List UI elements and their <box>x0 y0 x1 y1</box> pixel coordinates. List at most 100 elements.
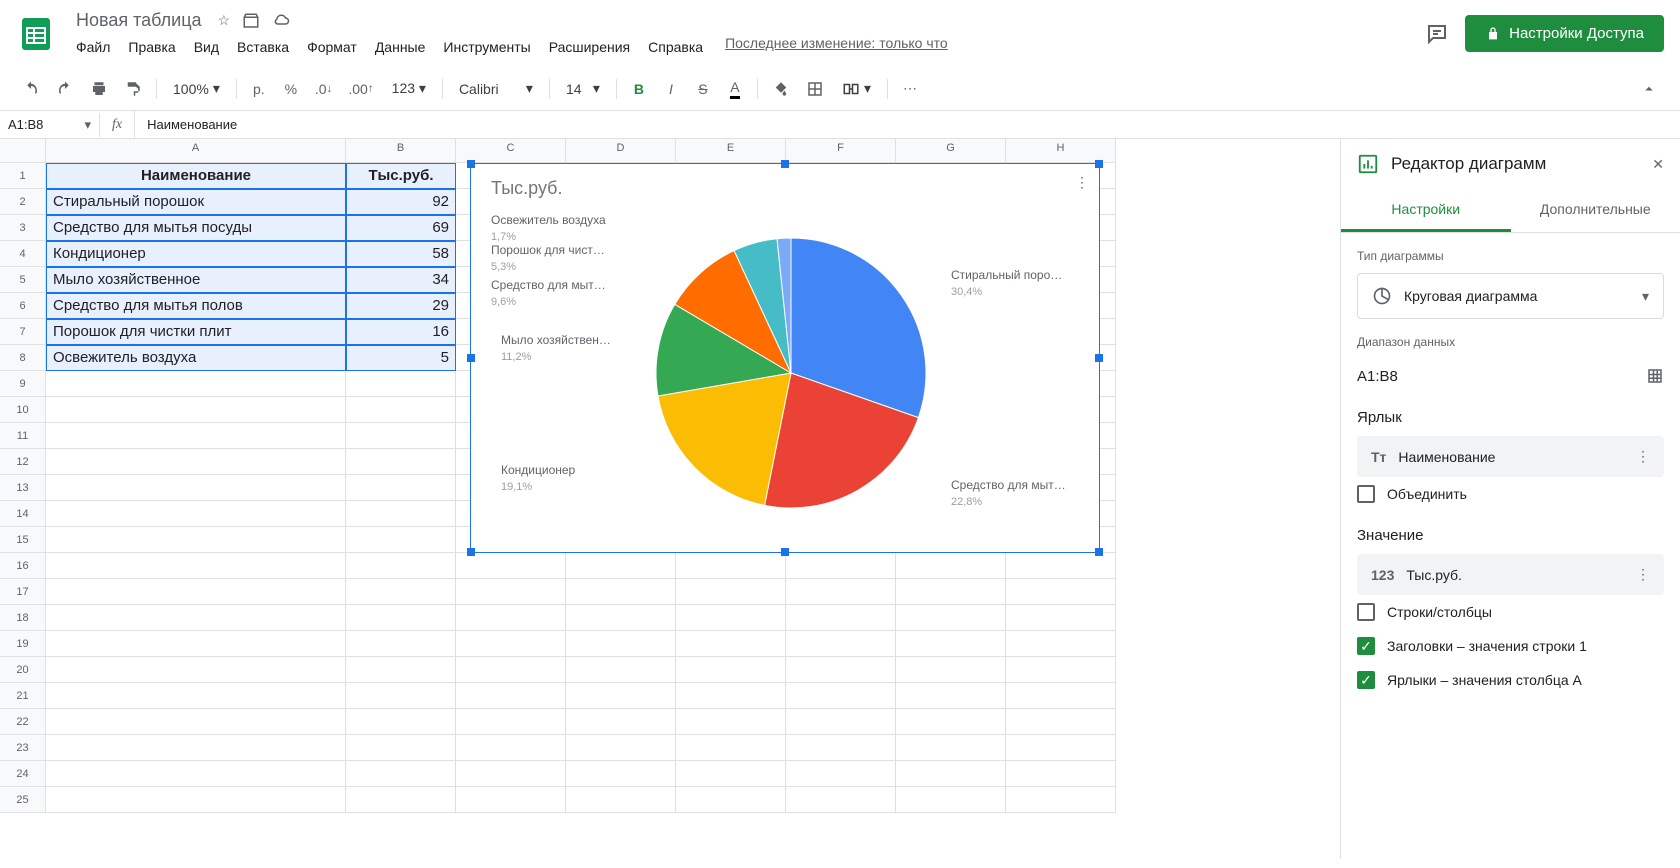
star-icon[interactable]: ☆ <box>218 12 231 30</box>
row-header[interactable]: 13 <box>0 475 46 501</box>
cell[interactable] <box>346 527 456 553</box>
name-box[interactable]: A1:B8▾ <box>0 113 100 137</box>
aggregate-checkbox[interactable]: Объединить <box>1357 477 1664 511</box>
cell[interactable]: Мыло хозяйственное <box>46 267 346 293</box>
row-header[interactable]: 15 <box>0 527 46 553</box>
cell[interactable] <box>676 761 786 787</box>
strikethrough-button[interactable]: S <box>689 75 717 103</box>
cell[interactable] <box>566 553 676 579</box>
cell[interactable] <box>896 579 1006 605</box>
cell[interactable] <box>46 397 346 423</box>
row-header[interactable]: 2 <box>0 189 46 215</box>
last-modified[interactable]: Последнее изменение: только что <box>725 35 948 59</box>
row-header[interactable]: 19 <box>0 631 46 657</box>
cell[interactable] <box>1006 709 1116 735</box>
menu-правка[interactable]: Правка <box>120 35 183 59</box>
row-header[interactable]: 22 <box>0 709 46 735</box>
row-header[interactable]: 24 <box>0 761 46 787</box>
cell[interactable] <box>676 553 786 579</box>
sheet-area[interactable]: ABCDEFGH1НаименованиеТыс.руб.2Стиральный… <box>0 139 1340 859</box>
cell[interactable] <box>786 683 896 709</box>
row-header[interactable]: 9 <box>0 371 46 397</box>
cell[interactable] <box>786 553 896 579</box>
cell[interactable] <box>566 761 676 787</box>
doc-title[interactable]: Новая таблица <box>68 8 210 33</box>
cell[interactable] <box>456 761 566 787</box>
print-icon[interactable] <box>84 75 114 103</box>
tab-customize[interactable]: Дополнительные <box>1511 189 1680 232</box>
menu-вставка[interactable]: Вставка <box>229 35 297 59</box>
row-header[interactable]: 18 <box>0 605 46 631</box>
cell[interactable] <box>566 709 676 735</box>
cell[interactable] <box>346 501 456 527</box>
cell[interactable] <box>456 553 566 579</box>
move-icon[interactable] <box>242 12 260 30</box>
menu-файл[interactable]: Файл <box>68 35 118 59</box>
cell[interactable] <box>896 683 1006 709</box>
cell[interactable] <box>346 397 456 423</box>
paint-format-icon[interactable] <box>118 75 148 103</box>
cell[interactable]: 58 <box>346 241 456 267</box>
borders-icon[interactable] <box>800 75 830 103</box>
cell[interactable]: Кондиционер <box>46 241 346 267</box>
cell[interactable] <box>46 787 346 813</box>
data-range-value[interactable]: A1:B8 <box>1357 368 1398 385</box>
resize-handle[interactable] <box>781 548 789 556</box>
menu-формат[interactable]: Формат <box>299 35 365 59</box>
cell[interactable] <box>896 605 1006 631</box>
cell[interactable] <box>676 709 786 735</box>
row-header[interactable]: 12 <box>0 449 46 475</box>
cell[interactable] <box>346 787 456 813</box>
cell[interactable]: Наименование <box>46 163 346 189</box>
cell[interactable] <box>676 787 786 813</box>
switch-rows-cols-checkbox[interactable]: Строки/столбцы <box>1357 595 1664 629</box>
cell[interactable] <box>346 761 456 787</box>
cell[interactable] <box>786 709 896 735</box>
cell[interactable] <box>46 761 346 787</box>
merge-cells-icon[interactable]: ▾ <box>834 76 879 102</box>
cell[interactable] <box>456 657 566 683</box>
cell[interactable] <box>46 579 346 605</box>
cell[interactable] <box>456 605 566 631</box>
cell[interactable]: Порошок для чистки плит <box>46 319 346 345</box>
cell[interactable]: 16 <box>346 319 456 345</box>
row-header[interactable]: 11 <box>0 423 46 449</box>
cell[interactable] <box>1006 579 1116 605</box>
menu-расширения[interactable]: Расширения <box>541 35 638 59</box>
fill-color-icon[interactable] <box>766 75 796 103</box>
cell[interactable] <box>676 735 786 761</box>
cell[interactable] <box>46 371 346 397</box>
cell[interactable] <box>46 605 346 631</box>
redo-icon[interactable] <box>50 75 80 103</box>
cell[interactable] <box>346 631 456 657</box>
chip-menu-icon[interactable]: ⋮ <box>1636 566 1650 583</box>
cell[interactable] <box>456 787 566 813</box>
menu-вид[interactable]: Вид <box>186 35 227 59</box>
cell[interactable] <box>786 605 896 631</box>
cell[interactable] <box>896 631 1006 657</box>
cell[interactable] <box>786 579 896 605</box>
cell[interactable] <box>346 553 456 579</box>
cell[interactable]: 92 <box>346 189 456 215</box>
inc-decimal-icon[interactable]: .00↑ <box>342 75 379 103</box>
cell[interactable] <box>896 553 1006 579</box>
cell[interactable] <box>346 683 456 709</box>
row-header[interactable]: 14 <box>0 501 46 527</box>
cell[interactable] <box>566 579 676 605</box>
menu-инструменты[interactable]: Инструменты <box>435 35 538 59</box>
col-header[interactable]: F <box>786 139 896 163</box>
cell[interactable] <box>346 657 456 683</box>
cell[interactable] <box>46 631 346 657</box>
row-header[interactable]: 20 <box>0 657 46 683</box>
cell[interactable] <box>1006 657 1116 683</box>
cell[interactable]: Стиральный порошок <box>46 189 346 215</box>
cell[interactable] <box>346 709 456 735</box>
zoom-dropdown[interactable]: 100% ▾ <box>165 76 228 101</box>
font-size-dropdown[interactable]: 14▾ <box>558 76 608 101</box>
menu-данные[interactable]: Данные <box>367 35 434 59</box>
more-icon[interactable]: ⋯ <box>896 75 924 103</box>
cell[interactable] <box>786 735 896 761</box>
row-header[interactable]: 23 <box>0 735 46 761</box>
undo-icon[interactable] <box>16 75 46 103</box>
cell[interactable]: 5 <box>346 345 456 371</box>
